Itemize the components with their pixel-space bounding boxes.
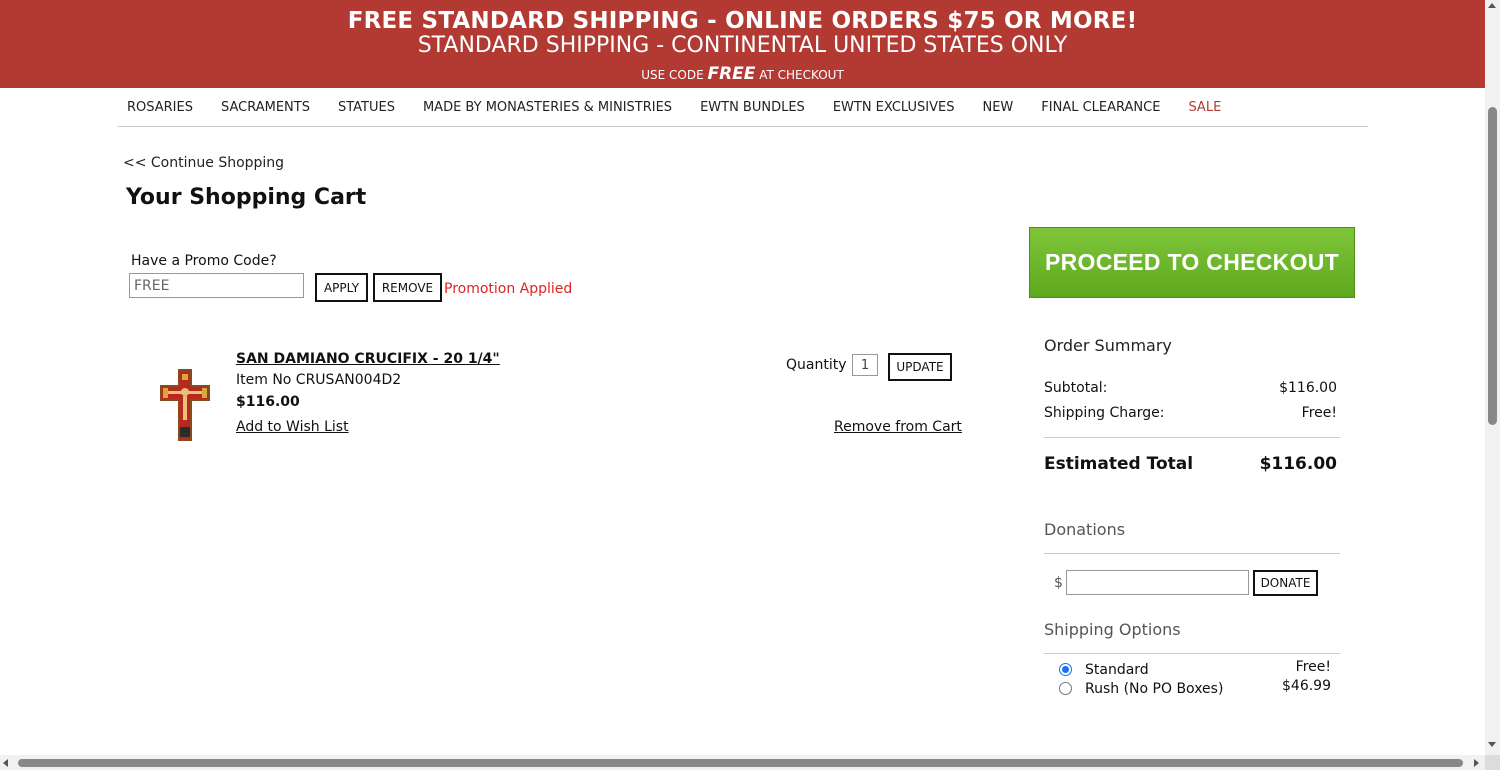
banner-line-1: FREE STANDARD SHIPPING - ONLINE ORDERS $… — [347, 8, 1138, 34]
crucifix-image[interactable] — [152, 365, 218, 445]
donations-divider — [1044, 553, 1340, 554]
banner-line-2: STANDARD SHIPPING - CONTINENTAL UNITED S… — [417, 33, 1068, 58]
summary-divider — [1044, 437, 1340, 438]
proceed-to-checkout-button[interactable]: PROCEED TO CHECKOUT — [1029, 227, 1355, 298]
donations-title: Donations — [1044, 520, 1126, 539]
shipping-options-title: Shipping Options — [1044, 620, 1181, 639]
scroll-up-icon[interactable] — [1488, 3, 1496, 8]
promo-code-input[interactable] — [129, 273, 304, 298]
nav-item-sale[interactable]: SALE — [1188, 100, 1221, 115]
banner-code-suffix: AT CHECKOUT — [755, 68, 844, 82]
promo-status: Promotion Applied — [444, 281, 573, 297]
product-sku: Item No CRUSAN004D2 — [236, 372, 402, 388]
horizontal-scroll-thumb[interactable] — [18, 759, 1463, 767]
update-quantity-button[interactable]: UPDATE — [888, 353, 952, 381]
donate-button[interactable]: DONATE — [1253, 570, 1318, 596]
shipping-charge-label: Shipping Charge: — [1044, 405, 1165, 421]
quantity-input[interactable] — [852, 354, 878, 376]
quantity-label: Quantity — [786, 357, 847, 373]
product-name-link[interactable]: SAN DAMIANO CRUCIFIX - 20 1/4" — [236, 351, 500, 367]
shipping-rush-label[interactable]: Rush (No PO Boxes) — [1085, 681, 1223, 697]
continue-shopping-link[interactable]: << Continue Shopping — [123, 155, 284, 171]
nav-item-statues[interactable]: STATUES — [338, 100, 395, 115]
vertical-scrollbar[interactable] — [1485, 0, 1500, 770]
scroll-left-icon[interactable] — [3, 759, 8, 767]
estimated-total-value: $116.00 — [1259, 454, 1337, 474]
free-shipping-banner: FREE STANDARD SHIPPING - ONLINE ORDERS $… — [0, 0, 1485, 88]
banner-code-prefix: USE CODE — [641, 68, 708, 82]
nav-item-ewtn-exclusives[interactable]: EWTN EXCLUSIVES — [833, 100, 955, 115]
donation-amount-input[interactable] — [1066, 570, 1249, 595]
remove-from-cart-link[interactable]: Remove from Cart — [834, 419, 962, 435]
shipping-options-divider — [1044, 653, 1340, 654]
shipping-rush-price: $46.99 — [1282, 678, 1331, 694]
shipping-standard-radio[interactable] — [1059, 663, 1072, 676]
nav-item-ewtn-bundles[interactable]: EWTN BUNDLES — [700, 100, 805, 115]
shipping-standard-price: Free! — [1295, 659, 1331, 675]
product-price: $116.00 — [236, 394, 300, 410]
apply-promo-button[interactable]: APPLY — [315, 273, 368, 302]
scroll-down-icon[interactable] — [1488, 742, 1496, 747]
vertical-scroll-thumb[interactable] — [1488, 107, 1497, 425]
nav-item-sacraments[interactable]: SACRAMENTS — [221, 100, 310, 115]
subtotal-value: $116.00 — [1279, 380, 1337, 396]
add-to-wishlist-link[interactable]: Add to Wish List — [236, 419, 349, 435]
donation-currency: $ — [1054, 575, 1063, 591]
category-nav: ROSARIES SACRAMENTS STATUES MADE BY MONA… — [118, 88, 1368, 127]
shipping-charge-value: Free! — [1301, 405, 1337, 421]
scrollbar-corner — [1485, 755, 1500, 770]
page-title: Your Shopping Cart — [126, 185, 367, 210]
horizontal-scrollbar[interactable] — [0, 755, 1485, 770]
banner-code: FREE — [707, 64, 756, 84]
estimated-total-label: Estimated Total — [1044, 454, 1194, 474]
remove-promo-button[interactable]: REMOVE — [373, 273, 442, 302]
promo-code-label: Have a Promo Code? — [131, 253, 277, 269]
scroll-right-icon[interactable] — [1474, 759, 1479, 767]
nav-item-final-clearance[interactable]: FINAL CLEARANCE — [1041, 100, 1160, 115]
nav-item-new[interactable]: NEW — [982, 100, 1013, 115]
nav-item-rosaries[interactable]: ROSARIES — [127, 100, 193, 115]
nav-item-monasteries[interactable]: MADE BY MONASTERIES & MINISTRIES — [423, 100, 672, 115]
banner-line-3: USE CODE FREE AT CHECKOUT — [0, 64, 1485, 84]
shipping-standard-label[interactable]: Standard — [1085, 662, 1149, 678]
shipping-rush-radio[interactable] — [1059, 682, 1072, 695]
subtotal-label: Subtotal: — [1044, 380, 1108, 396]
order-summary-title: Order Summary — [1044, 336, 1172, 355]
